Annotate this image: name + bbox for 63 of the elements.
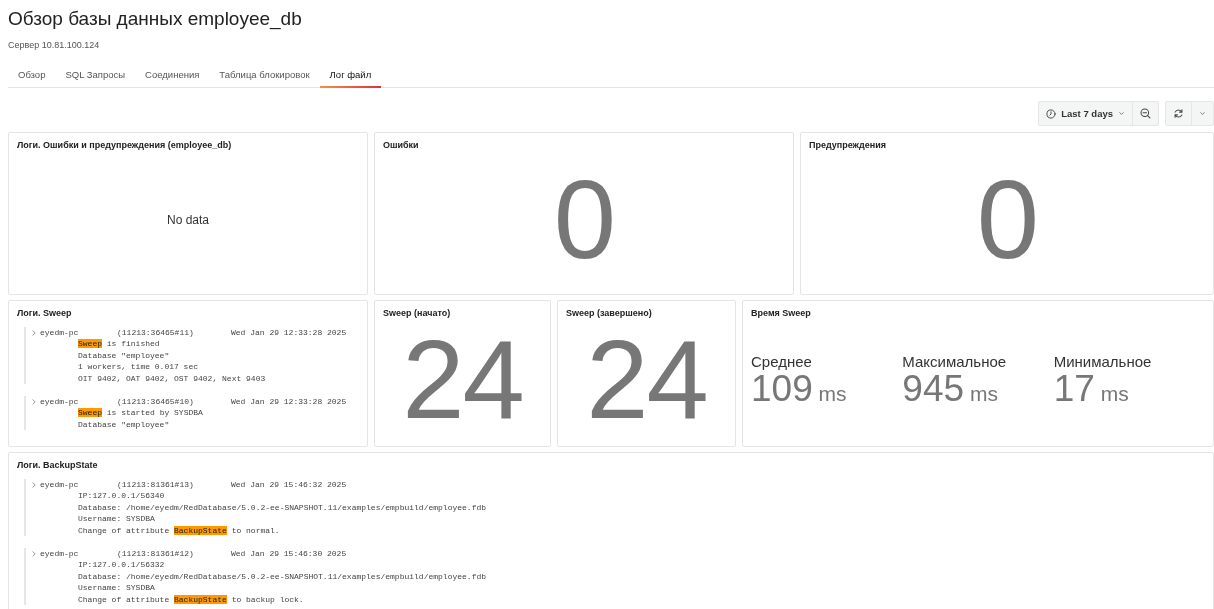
tab[interactable]: Обзор (8, 67, 56, 87)
caret-icon (1199, 110, 1206, 117)
stat-value: 24 (402, 323, 523, 436)
stat-label: Минимальное (1053, 352, 1152, 370)
stat-value: 945 ms (902, 369, 998, 407)
log-message: 1 workers, time 0.017 sec (78, 361, 199, 373)
panel-title: Sweep (завершено) (566, 307, 652, 319)
stat-label: Максимальное (902, 352, 1007, 370)
chevron-right-icon[interactable] (31, 481, 37, 488)
log-entry[interactable]: eyedm-pc (11213:36465#10) Wed Jan 29 12:33:28 2025 Sweep is started by SYSDBA Database "employee" (24, 396, 359, 431)
log-id: (11213:36465#10) (117, 396, 195, 408)
log-id: (11213:81361#12) (117, 548, 195, 560)
chevron-right-icon[interactable] (31, 329, 37, 336)
log-message: Database "employee" (78, 418, 170, 431)
log-message: Username: SYSDBA (78, 582, 155, 594)
log-time: Wed Jan 29 12:33:28 2025 (231, 396, 347, 408)
log-time: Wed Jan 29 15:46:32 2025 (231, 479, 347, 491)
log-message: Database "employee" (78, 349, 170, 362)
panel-title: Логи. Ошибки и предупреждения (employee_db) (17, 139, 232, 151)
tab[interactable]: Лог файл (319, 67, 382, 87)
stat-value: 109 ms (751, 369, 847, 407)
refresh-icon (1173, 108, 1184, 119)
no-data-message: No data (167, 212, 209, 227)
log-time: Wed Jan 29 12:33:28 2025 (231, 327, 347, 339)
stat-label: Среднее (751, 352, 812, 370)
log-message: Username: SYSDBA (78, 513, 155, 525)
log-message: Database: /home/eyedm/RedDatabase/5.0.2-ee-SNAPSHOT.11/examples/empbuild/employee.fdb (78, 501, 487, 514)
server-subtitle: Сервер 10.81.100.124 (8, 40, 101, 50)
stat-value: 0 (553, 163, 615, 276)
panel-title: Логи. BackupState (17, 459, 98, 471)
tab[interactable]: Таблица блокировок (209, 67, 320, 87)
log-message: Sweep is started by SYSDBA (78, 407, 203, 419)
log-time: Wed Jan 29 15:46:30 2025 (231, 548, 347, 560)
panel-title: Ошибки (383, 139, 419, 151)
log-id: (11213:81361#13) (117, 479, 195, 491)
panel-title: Время Sweep (751, 307, 811, 319)
log-message: Database: /home/eyedm/RedDatabase/5.0.2-ee-SNAPSHOT.11/examples/empbuild/employee.fdb (78, 570, 487, 583)
panel-title: Логи. Sweep (17, 307, 72, 319)
log-host: eyedm-pc (40, 396, 79, 408)
chevron-right-icon[interactable] (31, 550, 37, 557)
zoom-out-icon (1140, 108, 1151, 119)
log-host: eyedm-pc (40, 548, 79, 560)
log-host: eyedm-pc (40, 479, 79, 491)
clock-icon (1046, 108, 1057, 119)
stat-value: 24 (586, 323, 707, 436)
caret-icon (1118, 110, 1125, 117)
log-host: eyedm-pc (40, 327, 79, 339)
log-message: IP:127.0.0.1/56340 (78, 490, 165, 502)
log-message: Change of attribute BackupState to normal. (78, 524, 280, 537)
log-message: Sweep is finished (78, 338, 160, 350)
log-id: (11213:36465#11) (117, 327, 195, 339)
log-entry[interactable]: eyedm-pc (11213:36465#11) Wed Jan 29 12:33:28 2025 Sweep is finished Database "employee" 1 workers, time 0.017 sec OIT 9402, OAT 9402, OST 9402, Next 9403 (24, 327, 359, 385)
log-message: OIT 9402, OAT 9402, OST 9402, Next 9403 (78, 372, 266, 385)
tab[interactable]: SQL Запросы (55, 67, 136, 87)
log-message: Change of attribute BackupState to backup lock. (78, 593, 304, 606)
panel-title: Sweep (начато) (383, 307, 451, 319)
tab[interactable]: Соединения (135, 67, 210, 87)
chevron-right-icon[interactable] (31, 398, 37, 405)
panel-title: Предупреждения (809, 139, 886, 151)
stat-value: 0 (976, 163, 1038, 276)
page-title: Обзор базы данных employee_db (8, 7, 303, 31)
log-message: IP:127.0.0.1/56332 (78, 559, 165, 571)
stat-value: 17 ms (1053, 369, 1129, 407)
